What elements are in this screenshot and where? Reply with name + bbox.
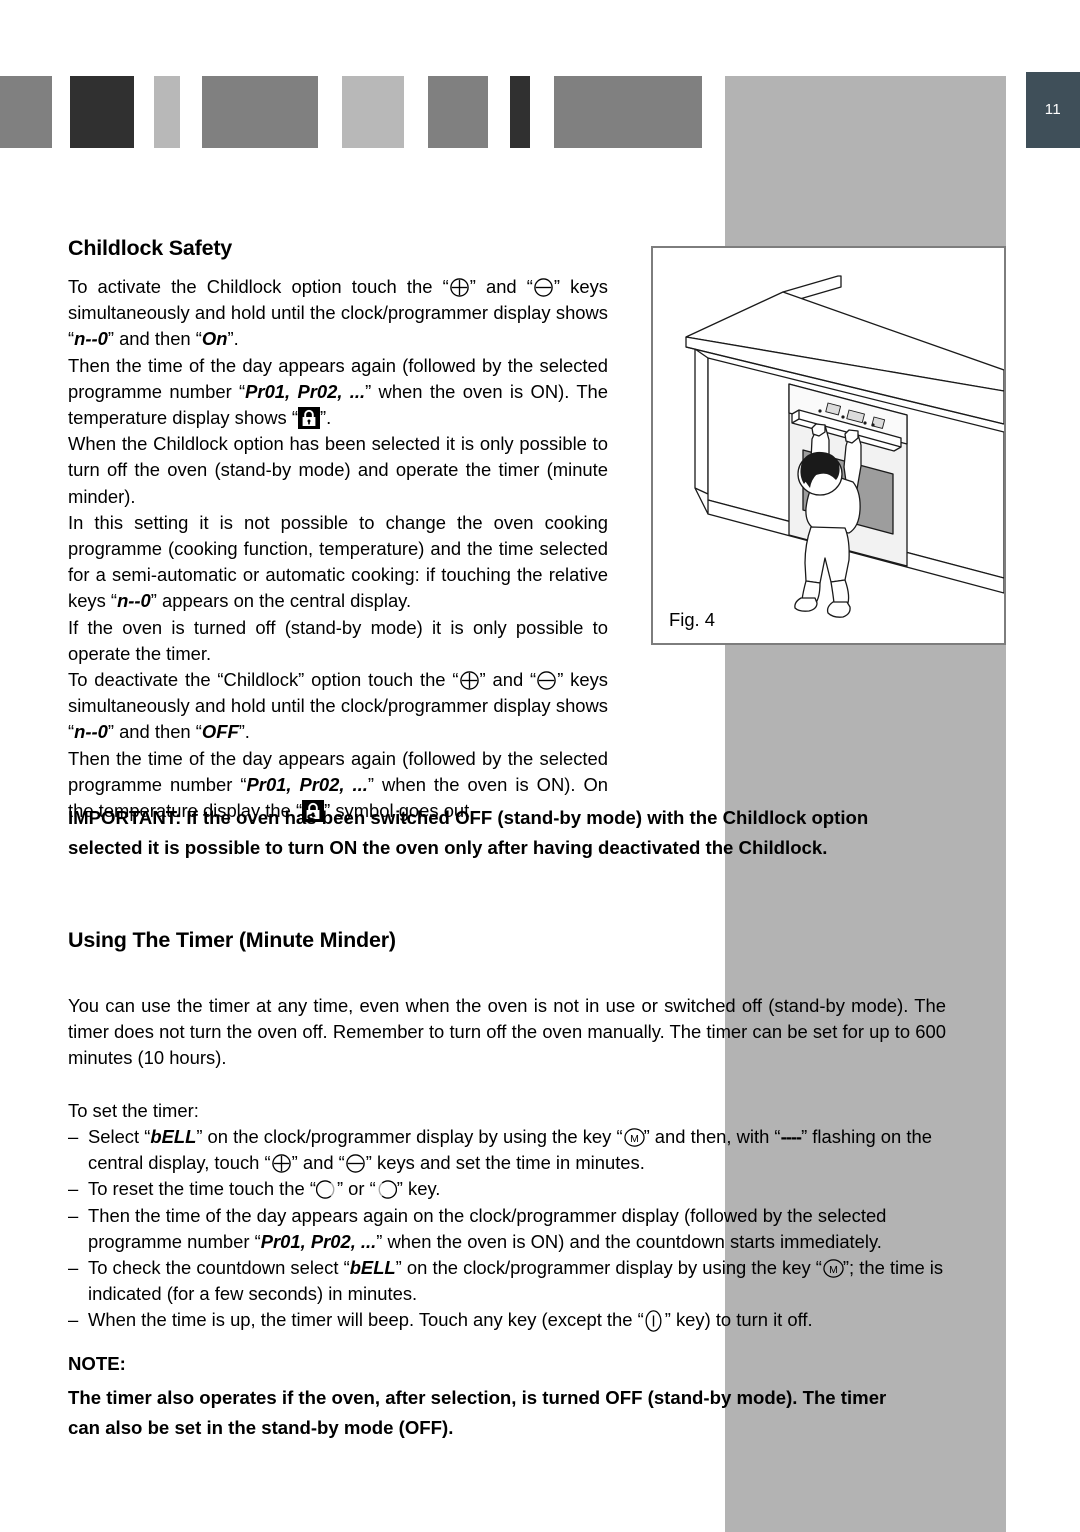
figure-4-box: Fig. 4 [651, 246, 1006, 645]
list-item: – To reset the time touch the “ ” or “ ” ke… [68, 1176, 946, 1202]
display-code: n--0 [74, 328, 108, 350]
text-fragment: Select “ [88, 1126, 151, 1147]
minus-key-icon [345, 1153, 366, 1174]
note-label: NOTE: [68, 1353, 126, 1374]
minus-key-icon [533, 277, 554, 298]
timer-section-title: Using The Timer (Minute Minder) [68, 928, 396, 952]
dash-marker: – [68, 1178, 79, 1200]
plus-key-icon [449, 277, 470, 298]
text-fragment: ” on the clock/programmer display by usi… [395, 1257, 822, 1279]
dash-marker: – [68, 1309, 79, 1331]
dash-marker: – [68, 1257, 79, 1279]
list-item: – When the time is up, the timer will bee… [68, 1307, 946, 1333]
display-code: On [201, 328, 228, 350]
text-fragment: ” and “ [291, 1152, 345, 1174]
text-fragment: ” or “ [336, 1178, 376, 1200]
childlock-section: Childlock Safety To activate the Childlo… [68, 236, 608, 824]
childlock-section-title: Childlock Safety [68, 236, 233, 260]
note-line-1: The timer also operates if the oven, aft… [68, 1387, 887, 1408]
important-notice: IMPORTANT: If the oven has been switched… [68, 803, 946, 863]
svg-text:M: M [829, 1264, 838, 1276]
important-line-1: IMPORTANT: If the oven has been switched… [68, 807, 869, 828]
padlock-icon [297, 407, 320, 430]
text-fragment: ” and then, with “ [643, 1126, 781, 1147]
minus-key-icon [536, 670, 557, 691]
text-fragment: ” and then “ [107, 328, 202, 350]
text-fragment: ” and then “ [107, 721, 202, 743]
dash-marker: – [68, 1126, 79, 1147]
timer-steps-list: – Select “bELL” on the clock/programmer d… [68, 1124, 946, 1334]
figure-caption: Fig. 4 [669, 609, 715, 630]
text-fragment: ” and “ [469, 276, 533, 297]
standby-power-key-icon [644, 1310, 665, 1333]
text-fragment: ”. [319, 407, 332, 429]
display-code: OFF [201, 721, 239, 743]
text-fragment: To check the countdown select “ [88, 1257, 350, 1279]
display-code: Pr01, Pr02, ... [246, 773, 368, 795]
display-code: bELL [349, 1257, 396, 1279]
dash-marker: – [68, 1204, 79, 1226]
timer-intro-paragraph: You can use the timer at any time, even … [68, 995, 946, 1069]
display-code: bELL [150, 1126, 197, 1147]
list-item: – Then the time of the day appears again … [68, 1203, 946, 1255]
text-fragment: ” when the oven is ON) and the countdown… [376, 1230, 882, 1252]
note-line-2: can also be set in the stand-by mode (OF… [68, 1417, 454, 1438]
display-code: n--0 [117, 590, 151, 612]
childlock-paragraph-3: When the Childlock option has been selec… [68, 433, 608, 507]
list-item: – To check the countdown select “bELL” on… [68, 1255, 946, 1307]
text-fragment: To activate the Childlock option touch t… [68, 276, 449, 297]
text-fragment: When the time is up, the timer will beep… [88, 1309, 644, 1331]
page-content: Childlock Safety To activate the Childlo… [0, 0, 1080, 1532]
oven-childlock-illustration [685, 275, 1004, 618]
function-dial-left-icon [315, 1179, 337, 1200]
note-body: The timer also operates if the oven, aft… [68, 1383, 946, 1443]
display-code: n--0 [74, 721, 108, 743]
important-line-2: selected it is possible to turn ON the o… [68, 837, 828, 858]
childlock-paragraph-5: If the oven is turned off (stand-by mode… [68, 616, 608, 664]
mode-m-key-icon: M [822, 1258, 844, 1279]
text-fragment: ”. [227, 328, 239, 350]
childlock-paragraph-4: In this setting it is not possible to ch… [68, 510, 608, 615]
text-fragment: ” key. [396, 1178, 441, 1200]
function-dial-right-icon [376, 1179, 397, 1200]
childlock-paragraph-1: To activate the Childlock option touch t… [68, 274, 608, 353]
text-fragment: ”. [238, 721, 250, 743]
text-fragment: To deactivate the “Childlock” option tou… [68, 669, 459, 691]
text-fragment: ” keys and set the time in minutes. [365, 1152, 645, 1174]
childlock-paragraph-6: To deactivate the “Childlock” option tou… [68, 667, 608, 746]
text-fragment: ” and “ [479, 669, 537, 691]
display-code: Pr01, Pr02, ... [260, 1230, 377, 1252]
text-fragment: ” on the clock/programmer display by usi… [196, 1126, 623, 1147]
plus-key-icon [271, 1153, 292, 1174]
svg-text:M: M [630, 1133, 639, 1145]
timer-set-label: To set the timer: [68, 1100, 199, 1121]
text-fragment: ” appears on the central display. [150, 590, 412, 612]
display-code: Pr01, Pr02, ... [245, 380, 366, 402]
text-fragment: ” key) to turn it off. [664, 1309, 813, 1331]
flashing-dashes: ---- [780, 1126, 802, 1147]
text-fragment: To reset the time touch the “ [88, 1178, 316, 1200]
list-item: – Select “bELL” on the clock/programmer d… [68, 1124, 946, 1176]
childlock-paragraph-2: Then the time of the day appears again (… [68, 353, 608, 432]
plus-key-icon [459, 670, 480, 691]
mode-m-key-icon: M [623, 1127, 645, 1148]
